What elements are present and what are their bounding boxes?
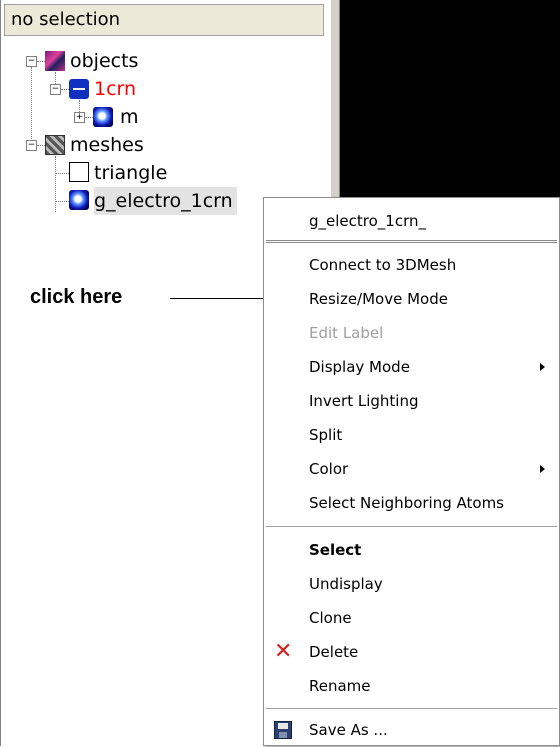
tree-node-label: meshes — [70, 134, 144, 156]
menu-item-label: Color — [309, 460, 349, 478]
menu-item-rename[interactable]: Rename — [264, 669, 559, 703]
menu-item-delete[interactable]: ✕ Delete — [264, 635, 559, 669]
menu-item-label: Save As ... — [309, 721, 388, 739]
menu-item-color[interactable]: Color — [264, 452, 559, 486]
menu-item-clone[interactable]: Clone — [264, 601, 559, 635]
context-menu: g_electro_1crn_ Connect to 3DMesh Resize… — [263, 197, 560, 746]
menu-separator — [266, 240, 557, 244]
selection-bar: no selection — [4, 4, 324, 36]
tree-node-label: m — [120, 106, 139, 128]
electro-mesh-icon — [69, 190, 89, 210]
delete-x-icon: ✕ — [274, 639, 293, 664]
triangle-mesh-icon — [69, 162, 89, 182]
tree-node-m[interactable]: m — [120, 103, 139, 131]
menu-item-resize-move-mode[interactable]: Resize/Move Mode — [264, 282, 559, 316]
molecule-icon — [69, 79, 89, 99]
tree-node-label: triangle — [94, 162, 168, 184]
menu-item-split[interactable]: Split — [264, 418, 559, 452]
menu-item-invert-lighting[interactable]: Invert Lighting — [264, 384, 559, 418]
collapse-objects-icon[interactable]: − — [26, 56, 37, 67]
menu-item-display-mode[interactable]: Display Mode — [264, 350, 559, 384]
menu-item-label: Delete — [309, 643, 359, 661]
expand-m-icon[interactable]: + — [74, 112, 85, 123]
menu-item-select-neighboring-atoms[interactable]: Select Neighboring Atoms — [264, 486, 559, 520]
tree-node-triangle[interactable]: triangle — [94, 159, 167, 187]
floppy-disk-icon — [274, 721, 292, 739]
collapse-1crn-icon[interactable]: − — [50, 84, 61, 95]
menu-item-edit-label: Edit Label — [309, 324, 384, 342]
annotation-label: click here — [30, 286, 123, 308]
menu-separator — [266, 526, 557, 528]
submenu-arrow-icon — [540, 465, 545, 473]
context-menu-header: g_electro_1crn_ — [309, 212, 426, 230]
meshes-icon — [45, 135, 65, 155]
molecule-sphere-icon — [93, 107, 113, 127]
menu-separator — [266, 708, 557, 710]
menu-item-connect-to-3dmesh[interactable]: Connect to 3DMesh — [264, 248, 559, 282]
submenu-arrow-icon — [540, 363, 545, 371]
tree-node-g-electro-1crn[interactable]: g_electro_1crn — [94, 187, 237, 215]
tree-node-objects[interactable]: objects — [70, 47, 138, 75]
tree-node-label: objects — [70, 50, 139, 72]
tree-node-1crn[interactable]: 1crn — [94, 75, 136, 103]
menu-item-select[interactable]: Select — [264, 533, 559, 567]
menu-item-label: Display Mode — [309, 358, 410, 376]
tree-node-label: 1crn — [94, 78, 137, 100]
objects-icon — [45, 51, 65, 71]
menu-item-save-as[interactable]: Save As ... — [264, 713, 559, 747]
menu-item-undisplay[interactable]: Undisplay — [264, 567, 559, 601]
collapse-meshes-icon[interactable]: − — [26, 140, 37, 151]
tree-node-label: g_electro_1crn — [94, 187, 237, 215]
tree-node-meshes[interactable]: meshes — [70, 131, 144, 159]
